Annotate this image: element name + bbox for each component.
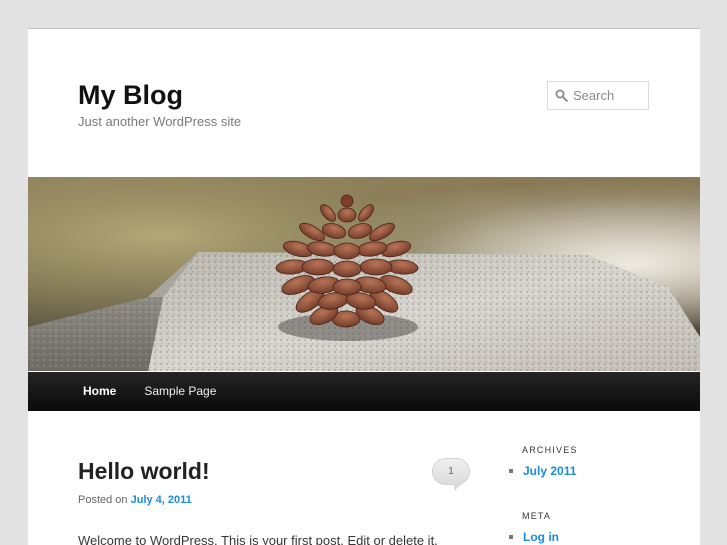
nav-item-home[interactable]: Home	[69, 372, 130, 411]
pine-cone-photo	[28, 177, 700, 371]
comment-count-bubble[interactable]: 1	[432, 458, 470, 491]
archives-widget-title: ARCHIVES	[522, 445, 578, 455]
list-item: July 2011	[509, 463, 576, 479]
post-title[interactable]: Hello world!	[78, 457, 210, 485]
list-item: Log in	[509, 529, 559, 545]
post-meta: Posted on July 4, 2011	[78, 494, 192, 506]
login-link[interactable]: Log in	[523, 530, 559, 544]
main-navigation: Home Sample Page	[28, 372, 700, 411]
site-tagline: Just another WordPress site	[78, 114, 242, 129]
meta-widget-title: META	[522, 511, 552, 521]
page-container: My Blog Just another WordPress site Sear…	[28, 28, 700, 545]
header-image	[28, 177, 700, 371]
post-date-link[interactable]: July 4, 2011	[131, 494, 192, 506]
post-excerpt: Welcome to WordPress. This is your first…	[78, 533, 438, 545]
meta-list: Log in	[509, 529, 559, 545]
search-icon	[555, 89, 568, 102]
site-title[interactable]: My Blog	[78, 78, 183, 112]
archives-list: July 2011	[509, 463, 576, 479]
nav-item-sample-page[interactable]: Sample Page	[130, 372, 230, 411]
posted-on-label: Posted on	[78, 494, 128, 506]
search-box[interactable]	[547, 81, 649, 110]
search-input[interactable]	[573, 88, 649, 103]
archive-link-july-2011[interactable]: July 2011	[523, 464, 576, 478]
